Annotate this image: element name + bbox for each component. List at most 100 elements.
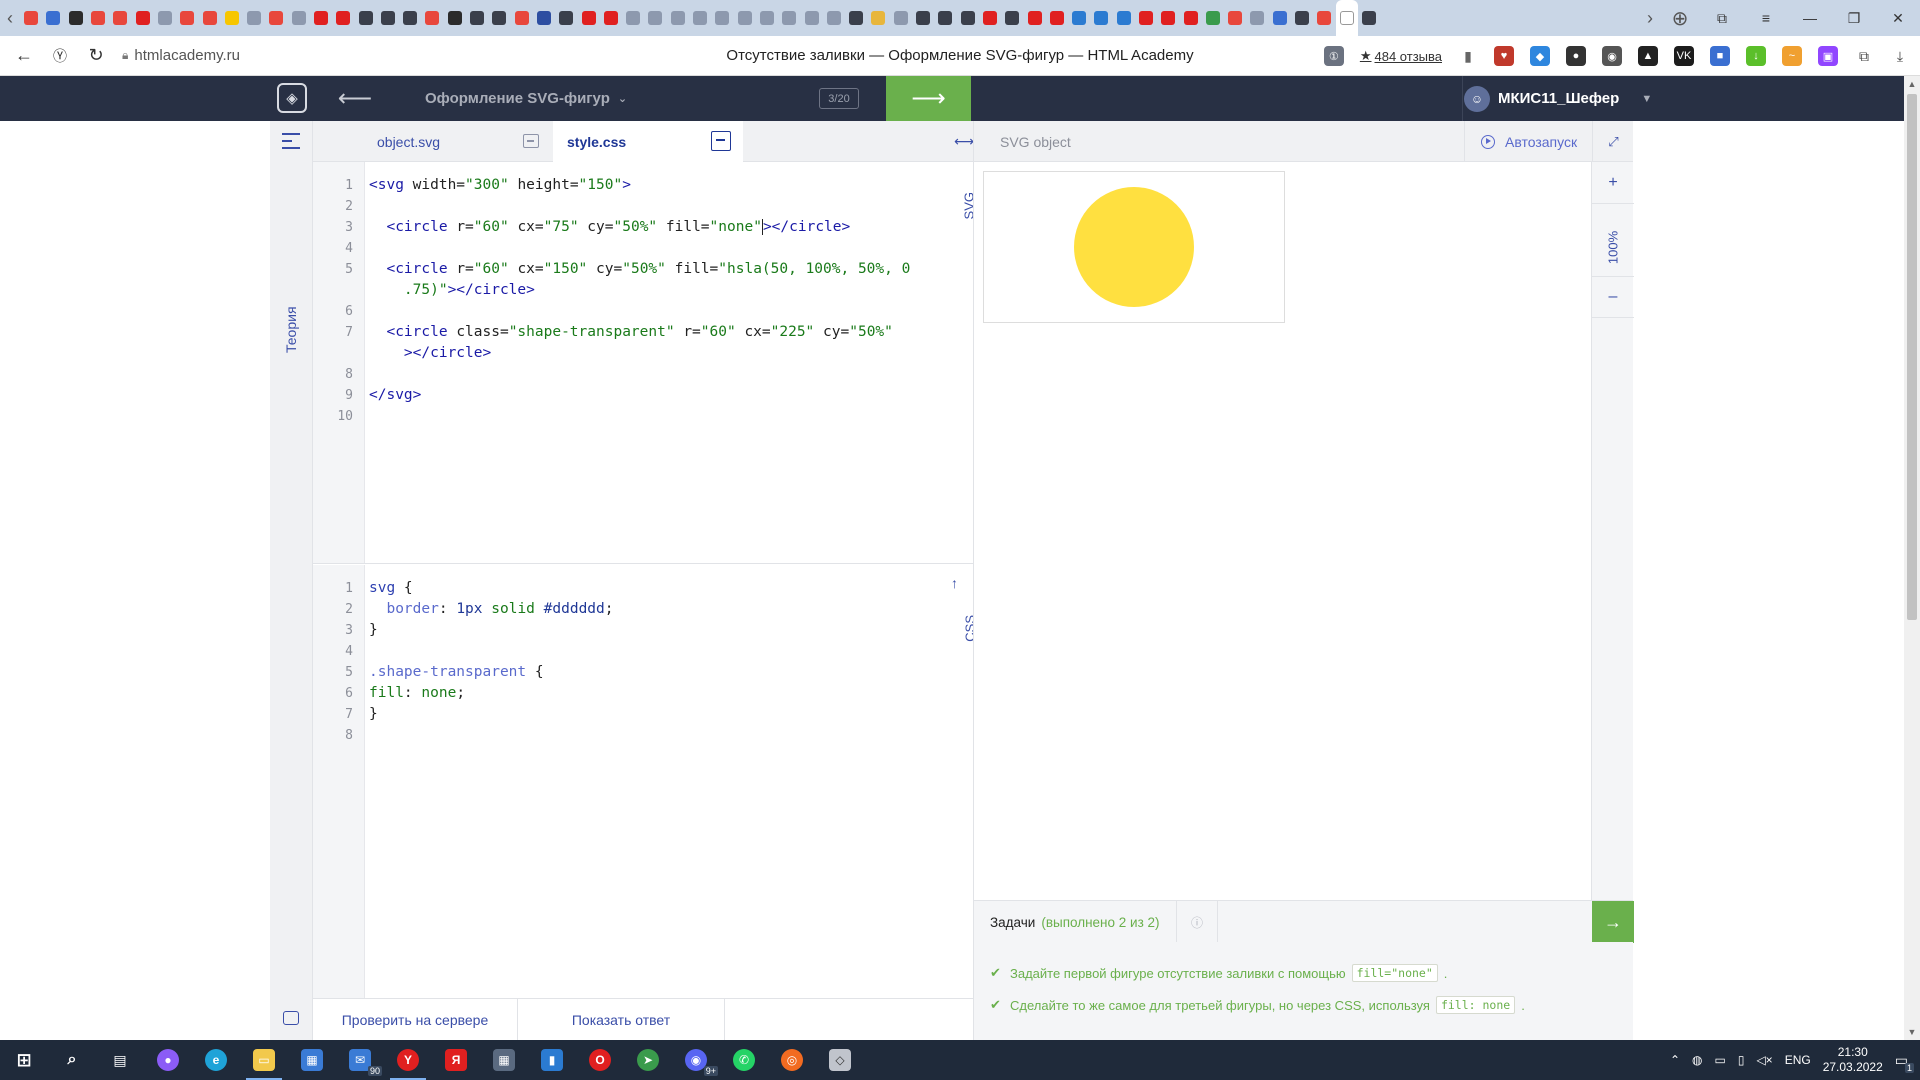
browser-tab[interactable] <box>1246 0 1268 36</box>
browser-tab[interactable] <box>1046 0 1068 36</box>
browser-tab[interactable] <box>1113 0 1135 36</box>
browser-tab[interactable] <box>734 0 756 36</box>
scroll-up-icon[interactable]: ▲ <box>1904 79 1920 89</box>
browser-tab[interactable] <box>20 0 42 36</box>
downloads-icon[interactable]: ⤓ <box>1890 46 1910 66</box>
notifications-icon[interactable]: ▭ 1 <box>1895 1052 1914 1073</box>
opera-icon[interactable]: O <box>576 1040 624 1080</box>
browser-tab[interactable] <box>555 0 577 36</box>
browser-tab[interactable] <box>1023 0 1045 36</box>
browser-tab[interactable] <box>421 0 443 36</box>
extension-2-icon[interactable]: ◆ <box>1530 46 1550 66</box>
browser-tab[interactable] <box>934 0 956 36</box>
theory-tab[interactable]: Теория <box>283 306 299 353</box>
browser-tab[interactable] <box>109 0 131 36</box>
browser-tab[interactable] <box>1090 0 1112 36</box>
notepad-icon[interactable]: ▮ <box>528 1040 576 1080</box>
browser-tab[interactable] <box>1335 0 1358 36</box>
browser-tab[interactable] <box>711 0 733 36</box>
next-task-arrow-icon[interactable]: → <box>1592 901 1634 943</box>
close-window-icon[interactable]: ✕ <box>1876 10 1920 27</box>
extension-9-icon[interactable]: ~ <box>1782 46 1802 66</box>
css-code[interactable]: 1 svg { 2 border: 1px solid #dddddd; 3} 4… <box>313 578 933 746</box>
browser-tab[interactable] <box>890 0 912 36</box>
arrow-up-icon[interactable]: ↑ <box>951 575 958 591</box>
scroll-down-icon[interactable]: ▼ <box>1904 1027 1920 1037</box>
browser-tab[interactable] <box>154 0 176 36</box>
browser-tab[interactable] <box>600 0 622 36</box>
browser-tab[interactable] <box>511 0 533 36</box>
extension-4-icon[interactable]: ◉ <box>1602 46 1622 66</box>
extension-7-icon[interactable]: ■ <box>1710 46 1730 66</box>
browser-menu-icon[interactable]: ≡ <box>1744 10 1788 26</box>
tab-style-css[interactable]: style.css <box>553 121 743 162</box>
new-tab-icon[interactable]: ⊕ <box>1660 0 1700 36</box>
tabs-menu-icon[interactable]: ⧉ <box>1700 10 1744 27</box>
browser-tab[interactable] <box>198 0 220 36</box>
svg-editor[interactable]: 1 <svg width="300" height="150"> 2 3 <cir… <box>313 162 976 564</box>
autorun-button[interactable]: Автозапуск <box>1464 121 1592 162</box>
minimize-icon[interactable]: — <box>1788 10 1832 26</box>
browser-tab[interactable] <box>377 0 399 36</box>
chevron-up-icon[interactable]: ⌃ <box>1670 1053 1680 1067</box>
zoom-in-button[interactable]: + <box>1592 162 1634 204</box>
twitch-icon[interactable]: ▣ <box>1818 46 1838 66</box>
yandex-icon[interactable]: Ⓨ <box>42 38 78 74</box>
edge-icon[interactable]: e <box>192 1040 240 1080</box>
extension-3-icon[interactable]: ● <box>1566 46 1586 66</box>
search-icon[interactable]: ⌕ <box>48 1040 96 1080</box>
protect-icon[interactable]: ① <box>1323 46 1344 66</box>
browser-tab[interactable] <box>577 0 599 36</box>
extension-5-icon[interactable]: ▲ <box>1638 46 1658 66</box>
tab-object-svg[interactable]: object.svg <box>363 121 553 162</box>
url-field[interactable]: 🔒︎ htmlacademy.ru <box>122 47 482 64</box>
expand-icon[interactable]: ⤢ <box>1592 121 1634 162</box>
browser-tab[interactable] <box>1068 0 1090 36</box>
browser-tab[interactable] <box>622 0 644 36</box>
start-icon[interactable]: ⊞ <box>0 1040 48 1080</box>
browser-tab[interactable] <box>288 0 310 36</box>
browser-tab[interactable] <box>867 0 889 36</box>
browser-tab[interactable] <box>1202 0 1224 36</box>
course-dropdown[interactable]: Оформление SVG-фигур ⌄ <box>425 76 627 121</box>
browser-tab[interactable] <box>823 0 845 36</box>
check-on-server-button[interactable]: Проверить на сервере <box>313 999 518 1041</box>
file-explorer-icon[interactable]: ▭ <box>240 1040 288 1080</box>
browser-tab[interactable] <box>1135 0 1157 36</box>
origin-icon[interactable]: ◎ <box>768 1040 816 1080</box>
browser-tab[interactable] <box>1291 0 1313 36</box>
browser-tab[interactable] <box>1269 0 1291 36</box>
browser-tab[interactable] <box>845 0 867 36</box>
browser-tab[interactable] <box>756 0 778 36</box>
svg-code[interactable]: 1 <svg width="300" height="150"> 2 3 <cir… <box>313 175 933 427</box>
discord-icon[interactable]: ◉ 9+ <box>672 1040 720 1080</box>
previous-step-arrow-icon[interactable]: ⟵ <box>330 84 380 112</box>
network-icon[interactable]: ▭ <box>1714 1053 1725 1067</box>
browser-tab[interactable] <box>778 0 800 36</box>
download-icon[interactable]: ↓ <box>1746 46 1766 66</box>
browser-tab[interactable] <box>65 0 87 36</box>
browser-tab[interactable] <box>399 0 421 36</box>
vk-icon[interactable]: VK <box>1674 46 1694 66</box>
feedback-icon[interactable] <box>283 1011 299 1025</box>
battery-icon[interactable]: ▯ <box>1738 1053 1745 1067</box>
htmlacademy-logo-icon[interactable]: ◈ <box>277 83 307 113</box>
clock[interactable]: 21:30 27.03.2022 <box>1823 1045 1883 1075</box>
browser-tab[interactable] <box>1157 0 1179 36</box>
browser-tab[interactable] <box>1001 0 1023 36</box>
browser-tab[interactable] <box>979 0 1001 36</box>
browser-tab[interactable] <box>444 0 466 36</box>
browser-tab[interactable] <box>1358 0 1380 36</box>
mail-icon[interactable]: ✉ 90 <box>336 1040 384 1080</box>
browser-tab[interactable] <box>533 0 555 36</box>
browser-tab[interactable] <box>800 0 822 36</box>
yandex-icon[interactable]: Я <box>432 1040 480 1080</box>
language-indicator[interactable]: ENG <box>1785 1053 1811 1067</box>
browser-tab[interactable] <box>1313 0 1335 36</box>
browser-tab[interactable] <box>354 0 376 36</box>
browser-tab[interactable] <box>176 0 198 36</box>
calculator-icon[interactable]: ▦ <box>480 1040 528 1080</box>
zoom-out-button[interactable]: – <box>1592 276 1634 318</box>
browser-tab[interactable] <box>956 0 978 36</box>
maximize-icon[interactable]: ❐ <box>1832 10 1876 27</box>
